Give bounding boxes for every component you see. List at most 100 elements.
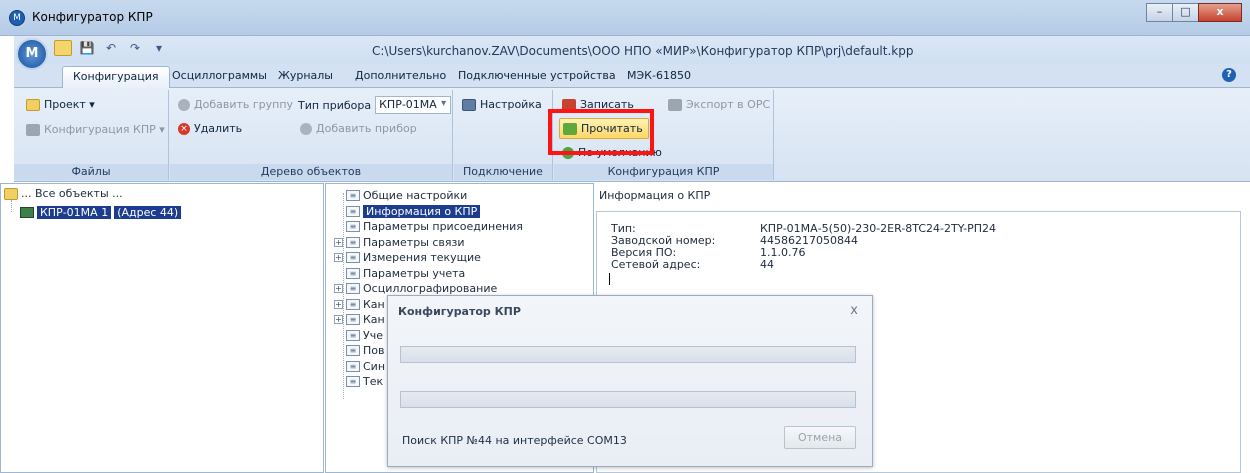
settings-tree-label: Информация о КПР [363, 204, 481, 218]
settings-tree-item[interactable]: ≡ Уче [334, 329, 383, 342]
info-value: 44 [760, 258, 774, 271]
app-menu-button[interactable]: М [16, 38, 48, 70]
undo-icon[interactable]: ↶ [102, 40, 120, 56]
monitor-icon [462, 98, 476, 111]
window-controls: – □ x [1146, 3, 1242, 22]
device-type-label: Тип прибора [298, 98, 372, 112]
info-title: Информация о КПР [599, 189, 711, 202]
tab-connected-devices[interactable]: Подключенные устройства [458, 69, 616, 82]
settings-node-icon: ≡ [346, 329, 360, 341]
settings-tree-label: Параметры учета [363, 266, 466, 280]
tab-additional[interactable]: Дополнительно [355, 69, 446, 82]
save-icon[interactable]: 💾 [78, 40, 96, 56]
add-icon [178, 98, 190, 111]
tree-device-node[interactable]: КПР-01МА 1 (Адрес 44) [20, 206, 182, 219]
settings-button[interactable]: Настройка [462, 98, 542, 111]
settings-tree-label: Осциллографирование [363, 282, 498, 295]
open-folder-icon[interactable] [54, 40, 72, 56]
delete-button[interactable]: × Удалить [178, 122, 242, 135]
settings-tree-item[interactable]: ≡ Информация о КПР [334, 204, 481, 218]
device-type-combo[interactable]: КПР-01МА [375, 96, 452, 114]
object-tree-pane [0, 183, 324, 473]
tree-root-label: ... Все объекты ... [21, 187, 123, 200]
device-type-selector: Тип прибора КПР-01МА [298, 96, 452, 114]
expand-icon[interactable]: + [334, 237, 343, 247]
settings-tree-item[interactable]: + ≡ Кан [334, 313, 385, 326]
tab-logs[interactable]: Журналы [278, 69, 333, 82]
highlight-box [548, 109, 654, 155]
kpr-config-button[interactable]: Конфигурация КПР ▾ [26, 123, 165, 136]
tab-iec-61850[interactable]: МЭК-61850 [627, 69, 691, 82]
settings-node-icon: ≡ [346, 190, 360, 201]
tab-configuration[interactable]: Конфигурация [62, 66, 170, 89]
project-label: Проект ▾ [44, 98, 95, 111]
group-label-files: Файлы [14, 164, 168, 180]
quick-access-icons: 💾 ↶ ↷ ▾ [54, 40, 168, 56]
add-group-button[interactable]: Добавить группу [178, 98, 293, 111]
progress-dialog: Конфигуратор КПР x Поиск КПР №44 на инте… [387, 295, 873, 467]
settings-tree-item[interactable]: + ≡ Осциллографирование [334, 282, 497, 295]
dialog-title: Конфигуратор КПР [398, 305, 521, 318]
settings-tree-item[interactable]: + ≡ Параметры связи [334, 236, 465, 249]
settings-node-icon: ≡ [346, 252, 360, 263]
settings-tree-item[interactable]: ≡ Тек [334, 375, 383, 388]
settings-node-icon: ≡ [346, 298, 360, 310]
tab-oscillograms[interactable]: Осциллограммы [172, 69, 267, 82]
settings-tree-item[interactable]: + ≡ Кан [334, 298, 385, 311]
title-bar: М Конфигуратор КПР – □ x [0, 0, 1250, 36]
settings-tree-label: Измерения текущие [363, 251, 481, 264]
settings-node-icon: ≡ [346, 221, 360, 232]
help-icon[interactable]: ? [1222, 68, 1236, 82]
settings-node-icon: ≡ [346, 376, 360, 387]
settings-tree-label: Кан [363, 297, 385, 311]
config-icon [26, 123, 40, 136]
progress-bar-bottom [400, 391, 856, 408]
settings-node-icon: ≡ [346, 236, 360, 248]
delete-label: Удалить [194, 122, 243, 135]
progress-bar-top [400, 346, 856, 363]
dialog-close-icon[interactable]: x [850, 303, 858, 318]
document-path: C:\Users\kurchanov.ZAV\Documents\ООО НПО… [372, 44, 914, 58]
export-opc-button[interactable]: Экспорт в OPC [668, 98, 770, 111]
app-icon: М [9, 10, 25, 26]
folder-icon [26, 98, 40, 111]
dialog-status: Поиск КПР №44 на интерфейсе COM13 [402, 434, 627, 447]
settings-node-icon: ≡ [346, 205, 360, 217]
add-device-icon [300, 122, 312, 135]
device-icon [20, 207, 34, 218]
tree-root[interactable]: ... Все объекты ... [4, 187, 123, 200]
expand-icon[interactable]: + [334, 299, 343, 309]
info-key: Сетевой адрес: [611, 258, 701, 271]
maximize-button[interactable]: □ [1172, 3, 1199, 22]
add-group-label: Добавить группу [194, 98, 294, 111]
kpr-config-label: Конфигурация КПР ▾ [44, 123, 165, 136]
redo-icon[interactable]: ↷ [126, 40, 144, 56]
text-cursor [609, 273, 610, 285]
settings-tree-item[interactable]: ≡ Параметры учета [334, 267, 465, 280]
project-button[interactable]: Проект ▾ [26, 98, 95, 111]
expand-icon[interactable]: + [334, 315, 343, 324]
settings-tree-item[interactable]: ≡ Пов [334, 344, 384, 357]
settings-tree-item[interactable]: ≡ Общие настройки [334, 189, 467, 202]
expand-icon[interactable]: + [334, 284, 343, 293]
add-device-button[interactable]: Добавить прибор [300, 122, 417, 135]
expand-icon[interactable]: + [334, 253, 343, 262]
settings-tree-item[interactable]: ≡ Параметры присоединения [334, 220, 523, 233]
settings-tree-label: Син [363, 359, 386, 373]
tree-device-address: (Адрес 44) [114, 206, 182, 219]
group-label-connection: Подключение [454, 164, 552, 180]
window-title: Конфигуратор КПР [32, 10, 153, 24]
add-device-label: Добавить прибор [316, 122, 417, 135]
folder-icon [4, 187, 18, 200]
close-button[interactable]: x [1198, 3, 1242, 22]
minimize-button[interactable]: – [1146, 3, 1173, 22]
settings-tree-label: Кан [363, 313, 385, 326]
delete-icon: × [178, 122, 190, 135]
settings-tree-item[interactable]: ≡ Син [334, 360, 385, 373]
export-label: Экспорт в OPC [686, 98, 771, 111]
cancel-button[interactable]: Отмена [784, 426, 856, 449]
customize-qat-icon[interactable]: ▾ [150, 40, 168, 56]
settings-node-icon: ≡ [346, 314, 360, 325]
settings-tree-item[interactable]: + ≡ Измерения текущие [334, 251, 481, 264]
export-icon [668, 98, 682, 111]
